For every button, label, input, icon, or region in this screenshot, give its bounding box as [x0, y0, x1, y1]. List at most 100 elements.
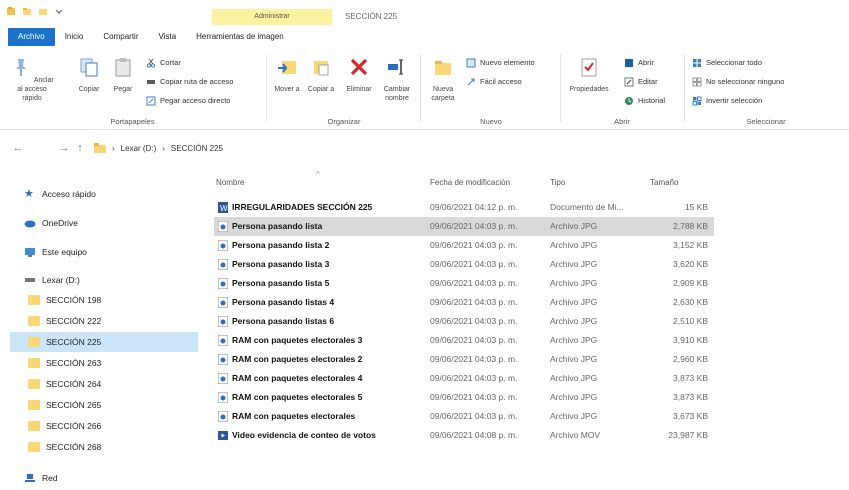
file-row[interactable]: RAM con paquetes electorales 2 09/06/202… [214, 350, 714, 369]
up-arrow-icon[interactable]: ↑ [72, 142, 88, 154]
group-organizar: Mover a Copiar a Eliminar Cambiar nombre… [268, 48, 420, 130]
copy-path-button[interactable]: Copiar ruta de acceso [146, 75, 233, 88]
nav-folder-item[interactable]: SECCIÓN 266 [28, 416, 198, 436]
paste-label: Pegar [113, 86, 133, 93]
copy-to-icon [314, 61, 329, 76]
file-size: 15 KB [684, 202, 708, 212]
group-seleccionar: Seleccionar todo No seleccionar ninguno … [686, 48, 846, 130]
paste-shortcut-label: Pegar acceso directo [160, 96, 231, 105]
delete-label: Eliminar [346, 86, 372, 93]
file-name: Persona pasando lista 5 [232, 278, 330, 288]
nav-onedrive[interactable]: OneDrive [24, 213, 194, 233]
column-header-date[interactable]: Fecha de modificación [430, 178, 510, 187]
open-button[interactable]: Abrir [624, 56, 654, 69]
file-name: Persona pasando listas 4 [232, 297, 335, 307]
file-type: Archivo JPG [550, 354, 598, 364]
nav-folder-item[interactable]: SECCIÓN 264 [28, 374, 198, 394]
tab-inicio[interactable]: Inicio [55, 28, 94, 46]
cut-button[interactable]: Cortar [146, 56, 181, 69]
file-row[interactable]: RAM con paquetes electorales 4 09/06/202… [214, 369, 714, 388]
nav-quick-access[interactable]: ★ Acceso rápido [24, 184, 194, 204]
group-abrir: Propiedades Abrir Editar Historial Abrir [562, 48, 682, 130]
tab-archivo[interactable]: Archivo [8, 28, 55, 46]
delete-button[interactable]: Eliminar [340, 54, 378, 94]
nav-drive[interactable]: Lexar (D:) [24, 270, 194, 290]
file-size: 3,873 KB [673, 392, 708, 402]
nav-folder-label: SECCIÓN 225 [46, 337, 102, 347]
column-header-type[interactable]: Tipo [550, 178, 565, 187]
select-all-label: Seleccionar todo [706, 58, 762, 67]
nav-folder-item[interactable]: SECCIÓN 268 [28, 437, 198, 457]
ribbon-separator [420, 54, 421, 122]
easy-access-button[interactable]: Fácil acceso [466, 75, 522, 88]
file-date: 09/06/2021 04:03 p. m. [430, 259, 518, 269]
nav-folder-label: SECCIÓN 268 [46, 442, 102, 452]
tab-herramientas-imagen[interactable]: Herramientas de imagen [186, 28, 294, 46]
open-label: Abrir [638, 58, 654, 67]
file-row[interactable]: Video evidencia de conteo de votos 09/06… [214, 426, 714, 445]
properties-button[interactable]: Propiedades [566, 54, 612, 94]
breadcrumb-folder[interactable]: SECCIÓN 225 [171, 144, 223, 153]
context-tab-administrar[interactable]: Administrar [212, 9, 332, 25]
file-row[interactable]: Persona pasando listas 6 09/06/2021 04:0… [214, 312, 714, 331]
file-row[interactable]: RAM con paquetes electorales 3 09/06/202… [214, 331, 714, 350]
select-none-button[interactable]: No seleccionar ninguno [692, 75, 784, 88]
nav-folder-item[interactable]: SECCIÓN 265 [28, 395, 198, 415]
move-to-icon [278, 61, 296, 74]
file-row[interactable]: RAM con paquetes electorales 5 09/06/202… [214, 388, 714, 407]
copy-to-button[interactable]: Copiar a [302, 54, 340, 94]
forward-arrow-icon[interactable]: → [56, 142, 72, 154]
file-type: Archivo MOV [550, 430, 601, 440]
tab-compartir[interactable]: Compartir [93, 28, 148, 46]
file-size: 2,788 KB [673, 221, 708, 231]
breadcrumb-drive[interactable]: Lexar (D:) [121, 144, 157, 153]
tab-vista[interactable]: Vista [149, 28, 187, 46]
new-item-button[interactable]: Nuevo elemento [466, 56, 535, 69]
file-name: RAM con paquetes electorales 5 [232, 392, 363, 402]
paste-button[interactable]: Pegar [104, 54, 142, 94]
breadcrumb[interactable]: › Lexar (D:) › SECCIÓN 225 [94, 143, 223, 153]
new-folder-icon[interactable] [22, 6, 32, 16]
file-row[interactable]: Persona pasando lista 5 09/06/2021 04:03… [214, 274, 714, 293]
file-row[interactable]: W IRREGULARIDADES SECCIÓN 225 09/06/2021… [214, 198, 714, 217]
move-to-button[interactable]: Mover a [268, 54, 306, 94]
file-row[interactable]: Persona pasando lista 2 09/06/2021 04:03… [214, 236, 714, 255]
folder-icon [39, 9, 47, 15]
file-row-selected[interactable]: Persona pasando lista 09/06/2021 04:03 p… [214, 217, 714, 236]
column-header-size[interactable]: Tamaño [650, 178, 678, 187]
chevron-down-icon[interactable] [54, 6, 64, 16]
sort-chevron-icon: ^ [316, 170, 320, 179]
select-none-label: No seleccionar ninguno [706, 77, 785, 86]
file-row[interactable]: RAM con paquetes electorales 09/06/2021 … [214, 407, 714, 426]
paste-shortcut-button[interactable]: Pegar acceso directo [146, 94, 230, 107]
file-row[interactable]: Persona pasando listas 4 09/06/2021 04:0… [214, 293, 714, 312]
group-label-abrir: Abrir [614, 117, 630, 126]
cut-label: Cortar [160, 58, 181, 67]
image-file-icon [218, 221, 228, 232]
breadcrumb-separator: › [162, 143, 165, 153]
column-header-name[interactable]: Nombre [216, 178, 244, 187]
file-size: 3,873 KB [673, 373, 708, 383]
back-arrow-icon[interactable]: ← [10, 142, 26, 154]
file-size: 3,152 KB [673, 240, 708, 250]
nav-this-pc[interactable]: Este equipo [24, 242, 194, 262]
file-name: RAM con paquetes electorales 3 [232, 335, 363, 345]
copy-button[interactable]: Copiar [70, 54, 108, 94]
edit-button[interactable]: Editar [624, 75, 658, 88]
history-button[interactable]: Historial [624, 94, 665, 107]
nav-network[interactable]: Red [24, 468, 194, 488]
pin-quick-access-button[interactable]: Anclar al acceso rápido [8, 54, 56, 103]
new-folder-button[interactable]: Nueva carpeta [424, 54, 462, 103]
nav-folder-item-selected[interactable]: SECCIÓN 225 [10, 332, 198, 352]
file-name: Persona pasando lista 3 [232, 259, 330, 269]
file-row[interactable]: Persona pasando lista 3 09/06/2021 04:03… [214, 255, 714, 274]
nav-folder-item[interactable]: SECCIÓN 222 [28, 311, 198, 331]
pin-label: Anclar al acceso rápido [17, 77, 54, 102]
rename-button[interactable]: Cambiar nombre [378, 54, 416, 103]
nav-folder-item[interactable]: SECCIÓN 198 [28, 290, 198, 310]
select-all-button[interactable]: Seleccionar todo [692, 56, 762, 69]
nav-folder-item[interactable]: SECCIÓN 263 [28, 353, 198, 373]
properties-icon[interactable] [6, 6, 16, 16]
invert-selection-button[interactable]: Invertir selección [692, 94, 762, 107]
file-type: Documento de Mi... [550, 202, 624, 212]
